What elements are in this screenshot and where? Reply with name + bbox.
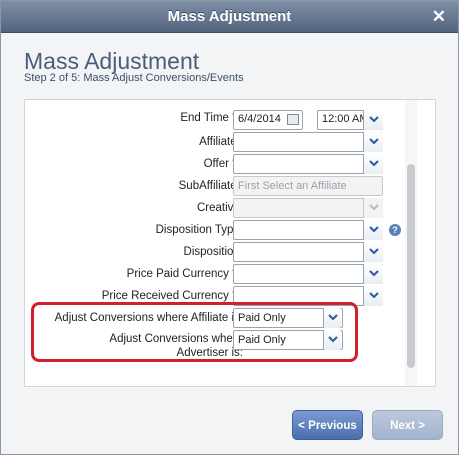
step-indicator: Step 2 of 5: Mass Adjust Conversions/Eve… [24, 72, 244, 84]
creative-chevron-down-icon [363, 198, 383, 218]
price-paid-currency-chevron-down-icon[interactable] [363, 264, 383, 284]
price-paid-currency-label: Price Paid Currency * : [126, 268, 243, 280]
price-paid-currency-select[interactable] [233, 264, 383, 284]
price-received-currency-label: Price Received Currency * : [101, 290, 243, 302]
page-title: Mass Adjustment [24, 48, 200, 74]
affiliate-select[interactable] [233, 132, 383, 152]
calendar-icon[interactable] [287, 114, 299, 125]
subaffiliate-input[interactable]: First Select an Affiliate [233, 176, 383, 196]
disposition-chevron-down-icon[interactable] [363, 242, 383, 262]
disposition-type-select[interactable] [233, 220, 383, 240]
affiliate-chevron-down-icon[interactable] [363, 132, 383, 152]
end-date-value: 6/4/2014 [238, 113, 281, 125]
offer-select[interactable] [233, 154, 383, 174]
disposition-type-label: Disposition Type: [155, 224, 243, 236]
disposition-type-row: Disposition Type: ? [25, 220, 405, 242]
disposition-select[interactable] [233, 242, 383, 262]
end-date-input[interactable]: 6/4/2014 [233, 110, 303, 130]
end-time-row: End Time * : 6/4/2014 12:00 AM [25, 110, 405, 132]
creative-row: Creative: [25, 198, 405, 220]
affiliate-row: Affiliate : [25, 132, 405, 154]
next-button[interactable]: Next > [372, 410, 443, 440]
creative-select[interactable] [233, 198, 383, 218]
price-paid-currency-row: Price Paid Currency * : [25, 264, 405, 286]
highlight-annotation [31, 302, 358, 362]
help-icon[interactable]: ? [389, 224, 401, 236]
end-time-chevron-down-icon[interactable] [363, 110, 383, 130]
dialog-title: Mass Adjustment [167, 8, 292, 25]
disposition-type-chevron-down-icon[interactable] [363, 220, 383, 240]
end-time-value: 12:00 AM [322, 113, 369, 125]
scrollbar-thumb[interactable] [407, 164, 415, 368]
dialog-titlebar: Mass Adjustment ✕ [1, 1, 458, 33]
offer-row: Offer * : [25, 154, 405, 176]
mass-adjustment-dialog: Mass Adjustment ✕ Mass Adjustment Step 2… [0, 0, 459, 455]
price-received-currency-chevron-down-icon[interactable] [363, 286, 383, 306]
panel-scrollbar[interactable] [405, 100, 417, 386]
subaffiliate-row: SubAffiliate : First Select an Affiliate [25, 176, 405, 198]
close-icon[interactable]: ✕ [432, 7, 446, 27]
disposition-row: Disposition: [25, 242, 405, 264]
previous-button[interactable]: < Previous [292, 410, 363, 440]
offer-chevron-down-icon[interactable] [363, 154, 383, 174]
